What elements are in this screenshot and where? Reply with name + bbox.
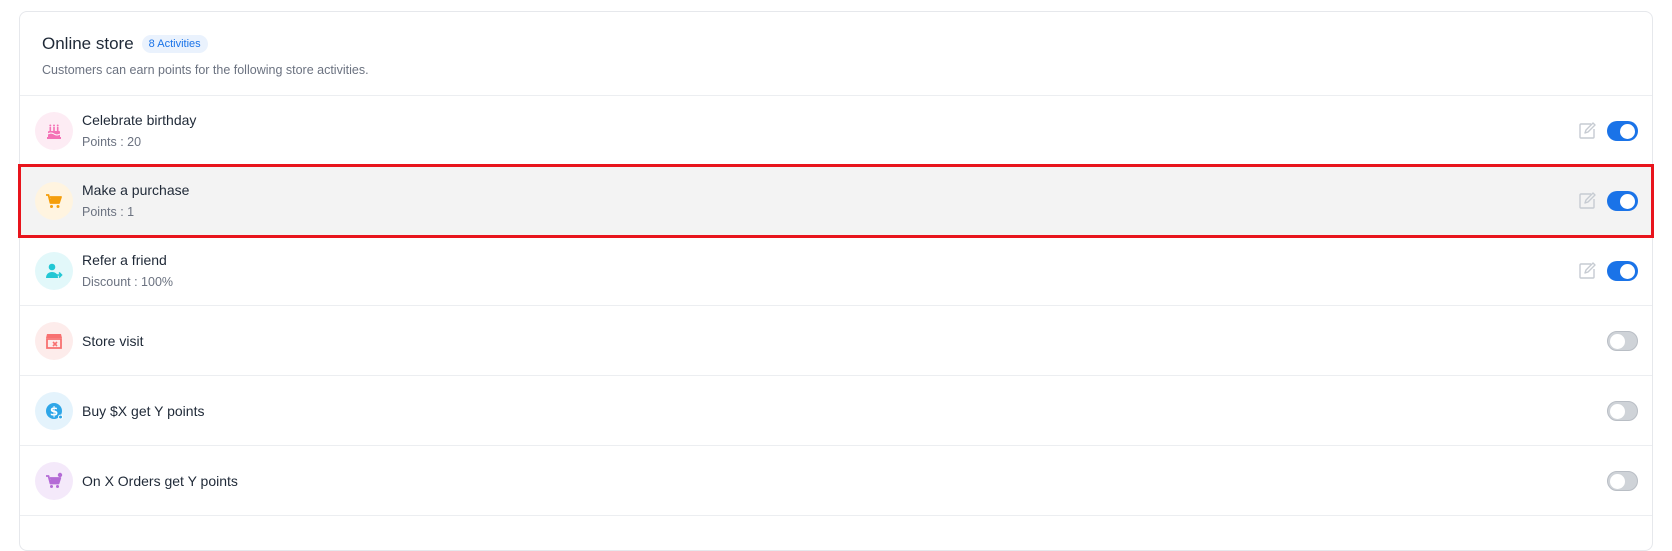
activity-toggle[interactable]	[1607, 260, 1638, 281]
activity-row[interactable]: On X Orders get Y points	[20, 446, 1652, 516]
activity-meta: Points : 1	[82, 205, 135, 219]
refer-friend-icon	[35, 251, 73, 290]
shopping-cart-icon	[35, 181, 73, 220]
activity-name: Refer a friend	[82, 252, 167, 268]
toggle-knob	[1620, 123, 1635, 139]
activities-count-badge: 8 Activities	[141, 35, 208, 53]
edit-icon[interactable]	[1577, 261, 1597, 281]
toggle-knob	[1620, 263, 1635, 279]
activity-row[interactable]: $ Buy $X get Y points	[20, 376, 1652, 446]
activity-meta: Discount : 100%	[82, 275, 174, 289]
toggle-knob	[1610, 403, 1625, 419]
birthday-cake-icon	[35, 111, 73, 150]
activity-name: Celebrate birthday	[82, 112, 197, 128]
activity-toggle[interactable]	[1607, 400, 1638, 421]
activity-name: Make a purchase	[82, 182, 190, 198]
toggle-knob	[1610, 333, 1625, 349]
activity-row[interactable]: Store visit	[20, 306, 1652, 376]
online-store-card: Online store 8 Activities Customers can …	[18, 11, 1654, 551]
activity-actions	[1577, 190, 1638, 211]
svg-text:$: $	[50, 404, 58, 418]
edit-icon[interactable]	[1577, 191, 1597, 211]
activity-toggle[interactable]	[1607, 470, 1638, 491]
activity-toggle[interactable]	[1607, 330, 1638, 351]
card-header: Online store 8 Activities Customers can …	[20, 12, 1652, 96]
cart-add-icon	[35, 461, 73, 500]
activity-row[interactable]: Refer a friend Discount : 100%	[20, 236, 1652, 306]
activity-actions	[1607, 400, 1638, 421]
activity-name: On X Orders get Y points	[82, 472, 238, 489]
activity-toggle[interactable]	[1607, 120, 1638, 141]
store-icon	[35, 321, 73, 360]
activity-row[interactable]: Make a purchase Points : 1	[18, 164, 1654, 238]
card-title: Online store	[42, 34, 134, 53]
dollar-coin-icon: $	[35, 391, 73, 430]
edit-icon[interactable]	[1577, 121, 1597, 141]
activity-list: Celebrate birthday Points : 20 Make a purc…	[18, 96, 1654, 516]
activity-name: Store visit	[82, 332, 144, 349]
card-subtitle: Customers can earn points for the follow…	[42, 63, 369, 77]
toggle-knob	[1620, 193, 1635, 209]
activity-actions	[1577, 120, 1638, 141]
toggle-knob	[1610, 473, 1625, 489]
activity-actions	[1577, 260, 1638, 281]
activity-row[interactable]: Celebrate birthday Points : 20	[20, 96, 1652, 166]
activity-actions	[1607, 330, 1638, 351]
activity-meta: Points : 20	[82, 135, 142, 149]
activity-name: Buy $X get Y points	[82, 402, 205, 419]
activity-actions	[1607, 470, 1638, 491]
activity-toggle[interactable]	[1607, 190, 1638, 211]
